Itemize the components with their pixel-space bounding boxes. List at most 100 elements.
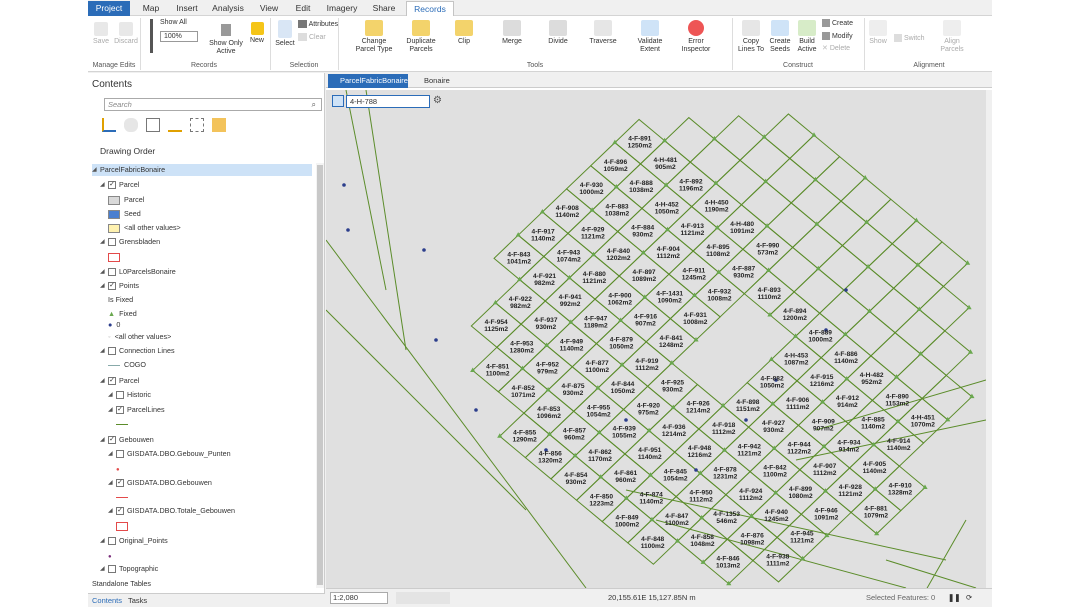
gear-icon[interactable]: ⚙ — [433, 95, 442, 107]
layer-visibility-checkbox[interactable] — [108, 347, 116, 356]
layer-visibility-checkbox[interactable]: ✓ — [108, 181, 116, 190]
map-canvas[interactable]: 4-F-855 1290m2 4-F-856 1320m2 4-F-854 930m2 4-… — [326, 90, 986, 588]
tab-insert[interactable]: Insert — [172, 1, 202, 16]
layer-item[interactable]: ◢ ✓ Parcel — [100, 375, 139, 387]
layer-item[interactable]: ◦ <all other values> — [108, 331, 171, 343]
list-by-drawing-order-icon[interactable] — [102, 118, 116, 132]
switch-button[interactable]: Switch — [894, 34, 925, 43]
layer-item[interactable]: ◢ GISDATA.DBO.Gebouw_Punten — [108, 448, 231, 460]
new-record-button[interactable]: New — [248, 22, 266, 45]
expand-chevron-icon[interactable]: ◢ — [108, 505, 114, 517]
build-active-button[interactable]: Build Active — [794, 20, 820, 54]
list-by-editing-icon[interactable] — [168, 118, 182, 132]
tab-contents[interactable]: Contents — [92, 596, 122, 605]
copy-lines-to-button[interactable]: Copy Lines To — [738, 20, 764, 54]
layer-item[interactable] — [116, 520, 132, 532]
zoom-input[interactable]: 100% — [160, 31, 198, 42]
tab-bonaire[interactable]: Bonaire — [412, 74, 462, 88]
layer-item[interactable]: ◢ ✓ GISDATA.DBO.Totale_Gebouwen — [108, 505, 235, 517]
expand-chevron-icon[interactable]: ◢ — [100, 236, 106, 248]
list-by-labeling-icon[interactable] — [212, 118, 226, 132]
create-seeds-button[interactable]: Create Seeds — [768, 20, 792, 54]
expand-chevron-icon[interactable]: ◢ — [100, 434, 106, 446]
layer-visibility-checkbox[interactable]: ✓ — [108, 436, 116, 445]
record-name-input[interactable]: 4-H-788 — [346, 95, 430, 108]
layer-visibility-checkbox[interactable]: ✓ — [116, 479, 124, 488]
layer-visibility-checkbox[interactable] — [116, 450, 124, 459]
clip-button[interactable]: Clip — [452, 20, 476, 46]
merge-button[interactable]: Merge — [498, 20, 526, 46]
pause-icon[interactable]: ❚❚ — [948, 593, 961, 602]
delete-button[interactable]: ✕ Delete — [822, 45, 850, 53]
tab-imagery[interactable]: Imagery — [322, 1, 362, 16]
discard-button[interactable]: Discard — [113, 22, 139, 46]
layer-item[interactable]: ◢ ✓ ParcelLines — [108, 404, 165, 416]
expand-chevron-icon[interactable]: ◢ — [108, 448, 114, 460]
contents-search-input[interactable]: Search ⌕ — [104, 98, 322, 111]
select-button[interactable]: Select — [274, 20, 296, 48]
layer-item[interactable]: Parcel — [108, 194, 144, 206]
attributes-button[interactable]: Attributes — [298, 20, 338, 29]
layer-item[interactable]: ◢ ✓ Points — [100, 280, 139, 292]
tab-view[interactable]: View — [254, 1, 284, 16]
layer-visibility-checkbox[interactable] — [108, 268, 116, 277]
layer-visibility-checkbox[interactable] — [108, 238, 116, 247]
save-button[interactable]: Save — [92, 22, 110, 46]
modify-button[interactable]: Modify — [822, 32, 853, 41]
layer-visibility-checkbox[interactable]: ✓ — [116, 406, 124, 415]
align-parcels-button[interactable]: Align Parcels — [938, 20, 966, 54]
expand-chevron-icon[interactable]: ◢ — [108, 404, 114, 416]
show-button[interactable]: Show — [868, 20, 888, 46]
tab-project[interactable]: Project — [88, 1, 130, 16]
expand-chevron-icon[interactable]: ◢ — [100, 345, 106, 357]
divide-button[interactable]: Divide — [544, 20, 572, 46]
layer-item[interactable]: ◢ Historic — [108, 389, 151, 401]
layer-visibility-checkbox[interactable] — [116, 391, 124, 400]
refresh-icon[interactable]: ⟳ — [966, 593, 972, 602]
layer-item[interactable]: ◢ ParcelFabricBonaire — [92, 164, 312, 176]
layer-item[interactable]: ● — [116, 463, 124, 475]
expand-chevron-icon[interactable]: ◢ — [100, 266, 106, 278]
layer-visibility-checkbox[interactable]: ✓ — [108, 282, 116, 291]
layer-item[interactable]: Standalone Tables — [92, 578, 151, 590]
expand-chevron-icon[interactable]: ◢ — [108, 477, 114, 489]
validate-extent-button[interactable]: Validate Extent — [634, 20, 666, 54]
layer-item[interactable]: ◢ ✓ Gebouwen — [100, 434, 154, 446]
layer-item[interactable] — [116, 418, 132, 430]
layer-visibility-checkbox[interactable] — [108, 537, 116, 546]
expand-chevron-icon[interactable]: ◢ — [108, 389, 114, 401]
layer-item[interactable]: ◢ Original_Points — [100, 535, 168, 547]
layer-item[interactable]: ◢ Topographic — [100, 563, 158, 575]
expand-chevron-icon[interactable]: ◢ — [100, 563, 106, 575]
layer-visibility-checkbox[interactable]: ✓ — [116, 507, 124, 516]
expand-chevron-icon[interactable]: ◢ — [92, 164, 98, 176]
layer-item[interactable]: Seed — [108, 208, 141, 220]
expand-chevron-icon[interactable]: ◢ — [100, 179, 106, 191]
expand-chevron-icon[interactable]: ◢ — [100, 375, 106, 387]
show-all-button[interactable]: Show All — [160, 19, 187, 27]
list-by-selection-icon[interactable] — [146, 118, 160, 132]
tab-analysis[interactable]: Analysis — [206, 1, 250, 16]
layer-item[interactable]: ◢ Connection Lines — [100, 345, 175, 357]
layer-item[interactable]: COGO — [108, 359, 146, 371]
duplicate-parcels-button[interactable]: Duplicate Parcels — [402, 20, 440, 54]
clear-button[interactable]: Clear — [298, 33, 326, 42]
layer-item[interactable]: ● — [108, 550, 116, 562]
tab-map[interactable]: Map — [134, 1, 168, 16]
expand-chevron-icon[interactable]: ◢ — [100, 535, 106, 547]
error-inspector-button[interactable]: Error Inspector — [678, 20, 714, 54]
tab-edit[interactable]: Edit — [288, 1, 318, 16]
tab-records[interactable]: Records — [406, 1, 454, 16]
show-only-active-button[interactable]: Show Only Active — [206, 22, 246, 56]
traverse-button[interactable]: Traverse — [586, 20, 620, 46]
layer-item[interactable]: <all other values> — [108, 222, 181, 234]
scale-select[interactable]: 1:2,080 — [330, 592, 388, 604]
create-button[interactable]: Create — [822, 19, 853, 28]
tab-tasks[interactable]: Tasks — [128, 596, 147, 605]
layer-item[interactable] — [108, 251, 124, 263]
layer-item[interactable] — [116, 491, 132, 503]
map-nav-icons[interactable] — [396, 592, 450, 604]
change-parcel-type-button[interactable]: Change Parcel Type — [354, 20, 394, 54]
tab-parcelfabricbonaire[interactable]: ParcelFabricBonaire — [328, 74, 408, 88]
list-by-source-icon[interactable] — [124, 118, 138, 132]
